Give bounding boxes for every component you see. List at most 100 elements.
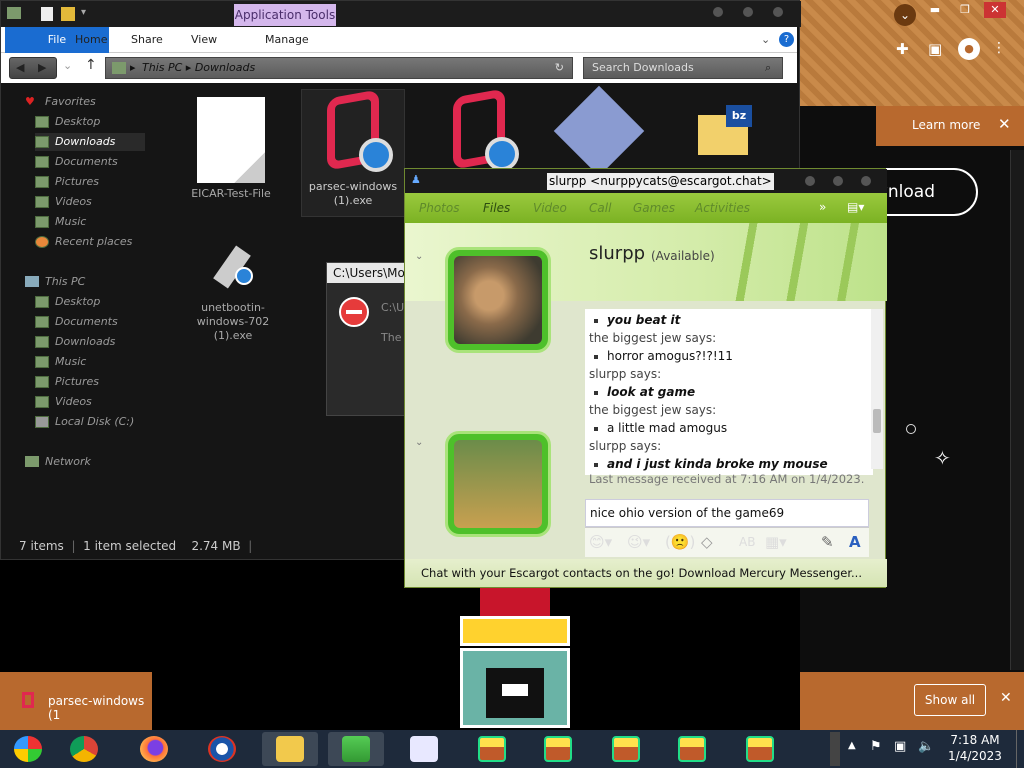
network-icon[interactable]: ▣ [894, 739, 906, 754]
taskbar-chrome[interactable] [56, 732, 112, 766]
maximize-icon[interactable] [743, 7, 753, 17]
file-item[interactable] [427, 88, 531, 179]
menu-games[interactable]: Games [633, 201, 675, 215]
taskbar-minecraft-2[interactable] [530, 732, 586, 766]
collapse-icon[interactable]: ⌄ [415, 437, 423, 448]
new-folder-icon[interactable] [61, 7, 75, 21]
nav-pc-desktop[interactable]: Desktop [35, 293, 100, 311]
tab-manage[interactable]: Manage [255, 27, 319, 53]
file-item-selected[interactable]: parsec-windows (1).exe [301, 89, 405, 217]
taskbar-obama[interactable] [194, 732, 250, 766]
spellcheck-icon[interactable]: AB [739, 535, 755, 549]
menu-files[interactable]: Files [483, 201, 510, 215]
nav-pc-videos[interactable]: Videos [35, 393, 92, 411]
taskbar-minecraft-4[interactable] [664, 732, 720, 766]
show-all-button[interactable]: Show all [914, 684, 986, 716]
account-icon[interactable]: ● [958, 38, 980, 60]
refresh-icon[interactable]: ↻ [555, 58, 564, 78]
nav-pc-pictures[interactable]: Pictures [35, 373, 99, 391]
quick-access-dropdown-icon[interactable]: ▾ [81, 7, 86, 18]
menu-photos[interactable]: Photos [419, 201, 459, 215]
taskbar-explorer[interactable] [262, 732, 318, 766]
nudge-icon[interactable]: (🙁) [665, 533, 695, 551]
chat-scrollbar[interactable] [871, 309, 883, 469]
close-icon[interactable]: ✕ [984, 2, 1006, 18]
more-icon[interactable]: » [819, 200, 826, 214]
message-input[interactable]: nice ohio version of the game69 [585, 499, 869, 527]
font-icon[interactable]: A [849, 533, 861, 551]
sidepanel-icon[interactable]: ▣ [928, 40, 942, 58]
options-icon[interactable]: ▤▾ [847, 200, 864, 214]
help-icon[interactable]: ? [779, 32, 794, 47]
nav-pc-music[interactable]: Music [35, 353, 86, 371]
tab-view[interactable]: View [181, 27, 227, 53]
recent-dropdown-icon[interactable]: ⌄ [63, 59, 72, 72]
page-scrollbar[interactable] [1010, 150, 1024, 670]
this-pc-header[interactable]: This PC [25, 273, 85, 291]
nav-fav-music[interactable]: Music [35, 213, 86, 231]
nav-fav-documents[interactable]: Documents [35, 153, 118, 171]
taskbar-minecraft-5[interactable] [732, 732, 788, 766]
up-icon[interactable]: ↑ [85, 57, 97, 73]
volume-icon[interactable]: 🔈 [918, 739, 934, 754]
taskbar-scroll[interactable] [830, 732, 840, 766]
background-icon[interactable]: ▦▾ [765, 533, 787, 551]
nav-pc-local-disk[interactable]: Local Disk (C:) [35, 413, 134, 431]
tab-share[interactable]: Share [121, 27, 173, 53]
menu-activities[interactable]: Activities [695, 201, 750, 215]
maximize-icon[interactable] [833, 176, 843, 186]
restore-icon[interactable]: ❐ [954, 2, 976, 18]
nav-fav-downloads[interactable]: Downloads [35, 133, 145, 151]
minimize-icon[interactable] [713, 7, 723, 17]
menu-call[interactable]: Call [589, 201, 611, 215]
wink-icon[interactable]: 😉▾ [627, 533, 650, 551]
taskbar-app[interactable] [396, 732, 452, 766]
nav-pc-documents[interactable]: Documents [35, 313, 118, 331]
file-item[interactable] [547, 85, 651, 177]
show-desktop-button[interactable] [1016, 730, 1024, 768]
extensions-icon[interactable]: ✚ [896, 40, 909, 58]
favorites-header[interactable]: ♥ Favorites [25, 93, 96, 111]
emoticon-icon[interactable]: 😊▾ [589, 533, 612, 551]
breadcrumb-downloads[interactable]: Downloads [195, 61, 255, 74]
nav-fav-videos[interactable]: Videos [35, 193, 92, 211]
nav-fav-desktop[interactable]: Desktop [35, 113, 100, 131]
file-item[interactable]: bz [671, 93, 775, 159]
search-icon[interactable]: ⌕ [765, 61, 771, 75]
close-icon[interactable] [861, 176, 871, 186]
taskbar-firefox[interactable] [126, 732, 182, 766]
breadcrumb-this-pc[interactable]: This PC [142, 61, 182, 74]
collapse-icon[interactable]: ⌄ [415, 251, 423, 262]
minimize-icon[interactable]: ▬ [924, 2, 946, 18]
network-header[interactable]: Network [25, 453, 91, 471]
tab-home[interactable]: Home [65, 27, 117, 53]
clock[interactable]: 7:18 AM 1/4/2023 [940, 732, 1010, 764]
menu-icon[interactable]: ⋮ [992, 40, 1006, 56]
file-item[interactable]: EICAR-Test-File [179, 93, 283, 201]
start-button[interactable] [0, 732, 56, 766]
contact-avatar[interactable] [445, 247, 551, 353]
menu-video[interactable]: Video [533, 201, 567, 215]
taskbar-minecraft-1[interactable] [464, 732, 520, 766]
nav-fav-recent[interactable]: Recent places [35, 233, 132, 251]
voice-clip-icon[interactable]: ◇ [701, 533, 713, 551]
file-item[interactable]: unetbootin-windows-702 (1).exe [181, 227, 285, 343]
handwriting-icon[interactable]: ✎ [821, 533, 834, 551]
nav-pc-downloads[interactable]: Downloads [35, 333, 115, 351]
taskbar-messenger[interactable] [328, 732, 384, 766]
nav-fav-pictures[interactable]: Pictures [35, 173, 99, 191]
ribbon-expand-icon[interactable]: ⌄ [761, 33, 770, 46]
back-forward-buttons[interactable]: ◀ ▶ [9, 57, 57, 79]
search-input[interactable]: Search Downloads [583, 57, 783, 79]
download-item[interactable]: parsec-windows (1 [0, 672, 152, 730]
promo-link[interactable]: Chat with your Escargot contacts on the … [421, 566, 862, 580]
address-path[interactable]: ▸ This PC ▸ Downloads ↻ [105, 57, 573, 79]
flag-icon[interactable]: ⚑ [870, 739, 882, 754]
properties-icon[interactable] [41, 7, 53, 21]
back-icon[interactable]: ◀ [16, 61, 24, 74]
forward-icon[interactable]: ▶ [38, 61, 46, 74]
minimize-icon[interactable] [805, 176, 815, 186]
learn-more-link[interactable]: Learn more [912, 118, 980, 132]
profile-dropdown-icon[interactable]: ⌄ [894, 4, 916, 26]
user-avatar[interactable] [445, 431, 551, 537]
